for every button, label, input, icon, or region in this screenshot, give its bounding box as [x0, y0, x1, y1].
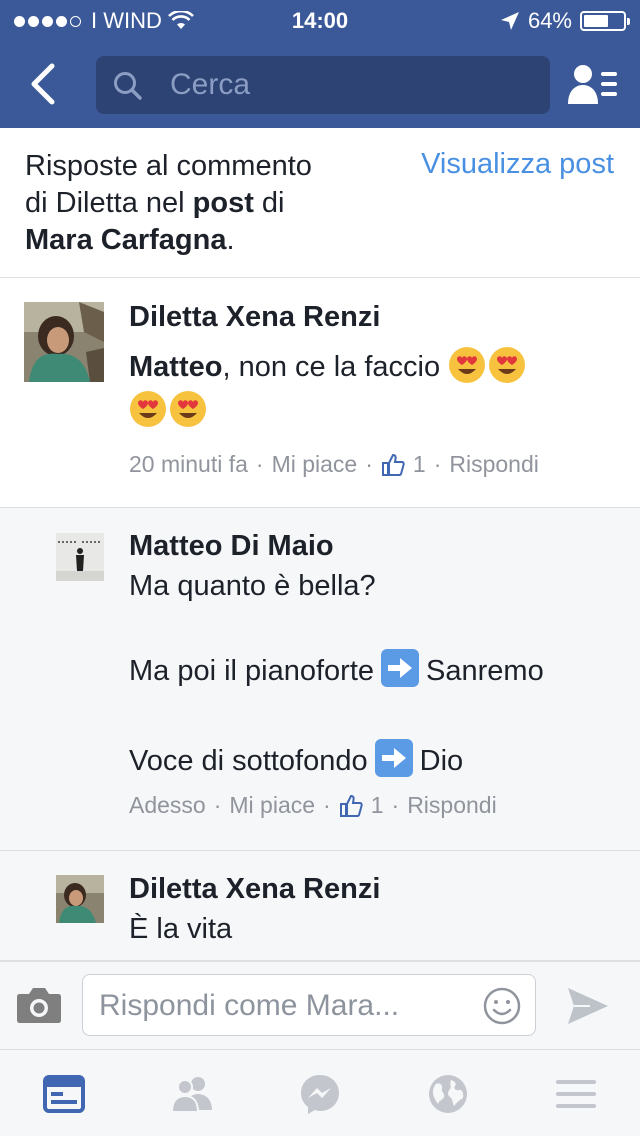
- back-button[interactable]: [22, 60, 66, 108]
- comment-meta: 20 minuti fa · Mi piace · 1 · Rispondi: [129, 451, 539, 478]
- thumbs-up-icon: [381, 453, 405, 476]
- thumbs-up-icon: [339, 794, 363, 817]
- top-bar: I WIND 14:00 64% Cerca: [0, 0, 640, 128]
- like-button[interactable]: Mi piace: [229, 792, 315, 819]
- comment-timestamp: 20 minuti fa: [129, 451, 248, 477]
- friends-list-icon: [568, 65, 617, 104]
- news-feed-icon: [43, 1075, 85, 1113]
- comment-author[interactable]: Matteo Di Maio: [129, 530, 334, 563]
- menu-icon: [556, 1080, 596, 1108]
- tab-menu[interactable]: [554, 1072, 598, 1116]
- right-arrow-emoji-icon: [374, 739, 413, 777]
- comment: Diletta Xena Renzi Matteo, non ce la fac…: [0, 279, 640, 508]
- tab-news-feed[interactable]: [42, 1072, 86, 1116]
- search-icon: [114, 72, 142, 100]
- replies-description: Risposte al commento di Diletta nel post…: [25, 150, 312, 256]
- avatar[interactable]: [56, 533, 104, 581]
- like-count[interactable]: 1: [371, 792, 384, 819]
- comment-text-line: Ma poi il pianoforte Sanremo: [129, 648, 544, 693]
- send-button[interactable]: [566, 986, 610, 1031]
- replies-header: Risposte al commento di Diletta nel post…: [0, 128, 640, 278]
- like-button[interactable]: Mi piace: [272, 451, 358, 478]
- send-icon: [568, 988, 608, 1024]
- comment-author[interactable]: Diletta Xena Renzi: [129, 873, 380, 906]
- battery-percent: 64%: [527, 8, 572, 33]
- comment-text-line: Voce di sottofondo Dio: [129, 738, 463, 783]
- avatar[interactable]: [56, 875, 104, 923]
- avatar[interactable]: [24, 302, 104, 382]
- comment-meta: Adesso · Mi piace · 1 · Rispondi: [129, 792, 497, 819]
- location-arrow-icon: [500, 12, 519, 30]
- navigation-bar: Cerca: [0, 40, 640, 128]
- page-author-link[interactable]: Mara Carfagna: [25, 224, 226, 256]
- like-count[interactable]: 1: [413, 451, 426, 478]
- comment-text-line: Ma quanto è bella?: [129, 570, 376, 602]
- tab-bar: [0, 1049, 640, 1136]
- heart-eyes-emoji-icon: [170, 391, 206, 427]
- emoji-picker-icon[interactable]: [483, 987, 521, 1025]
- post-link[interactable]: post: [193, 187, 254, 219]
- search-input[interactable]: Cerca: [96, 56, 550, 114]
- status-bar: I WIND 14:00 64%: [0, 0, 640, 40]
- right-arrow-emoji-icon: [381, 649, 420, 687]
- search-placeholder: Cerca: [170, 68, 251, 101]
- view-post-link[interactable]: Visualizza post: [421, 148, 614, 181]
- comment-timestamp: Adesso: [129, 792, 206, 818]
- reply-composer: Rispondi come Mara...: [0, 961, 640, 1049]
- tab-messenger[interactable]: [298, 1072, 342, 1116]
- comment-author[interactable]: Diletta Xena Renzi: [129, 301, 380, 334]
- tab-notifications[interactable]: [426, 1072, 470, 1116]
- camera-icon: [17, 988, 61, 1023]
- tab-friends[interactable]: [170, 1072, 214, 1116]
- comment: Diletta Xena Renzi È la vita: [0, 851, 640, 961]
- reply-button[interactable]: Rispondi: [407, 792, 497, 819]
- heart-eyes-emoji-icon: [489, 347, 526, 383]
- friends-icon: [170, 1077, 212, 1113]
- battery-icon: [580, 11, 630, 31]
- messenger-icon: [301, 1075, 339, 1114]
- mention-link[interactable]: Matteo: [129, 351, 222, 383]
- reply-button[interactable]: Rispondi: [449, 451, 539, 478]
- chevron-left-icon: [31, 63, 55, 105]
- reply-input[interactable]: Rispondi come Mara...: [82, 974, 536, 1036]
- reply-placeholder: Rispondi come Mara...: [99, 989, 400, 1022]
- heart-eyes-emoji-icon: [449, 347, 486, 383]
- comment: Matteo Di Maio Ma quanto è bella? Ma poi…: [0, 508, 640, 851]
- comment-text: È la vita: [129, 913, 233, 945]
- friend-requests-button[interactable]: [568, 62, 618, 108]
- heart-eyes-emoji-icon: [130, 391, 166, 427]
- comment-text: Matteo, non ce la faccio: [129, 345, 609, 433]
- globe-icon: [429, 1075, 467, 1113]
- camera-button[interactable]: [16, 986, 62, 1029]
